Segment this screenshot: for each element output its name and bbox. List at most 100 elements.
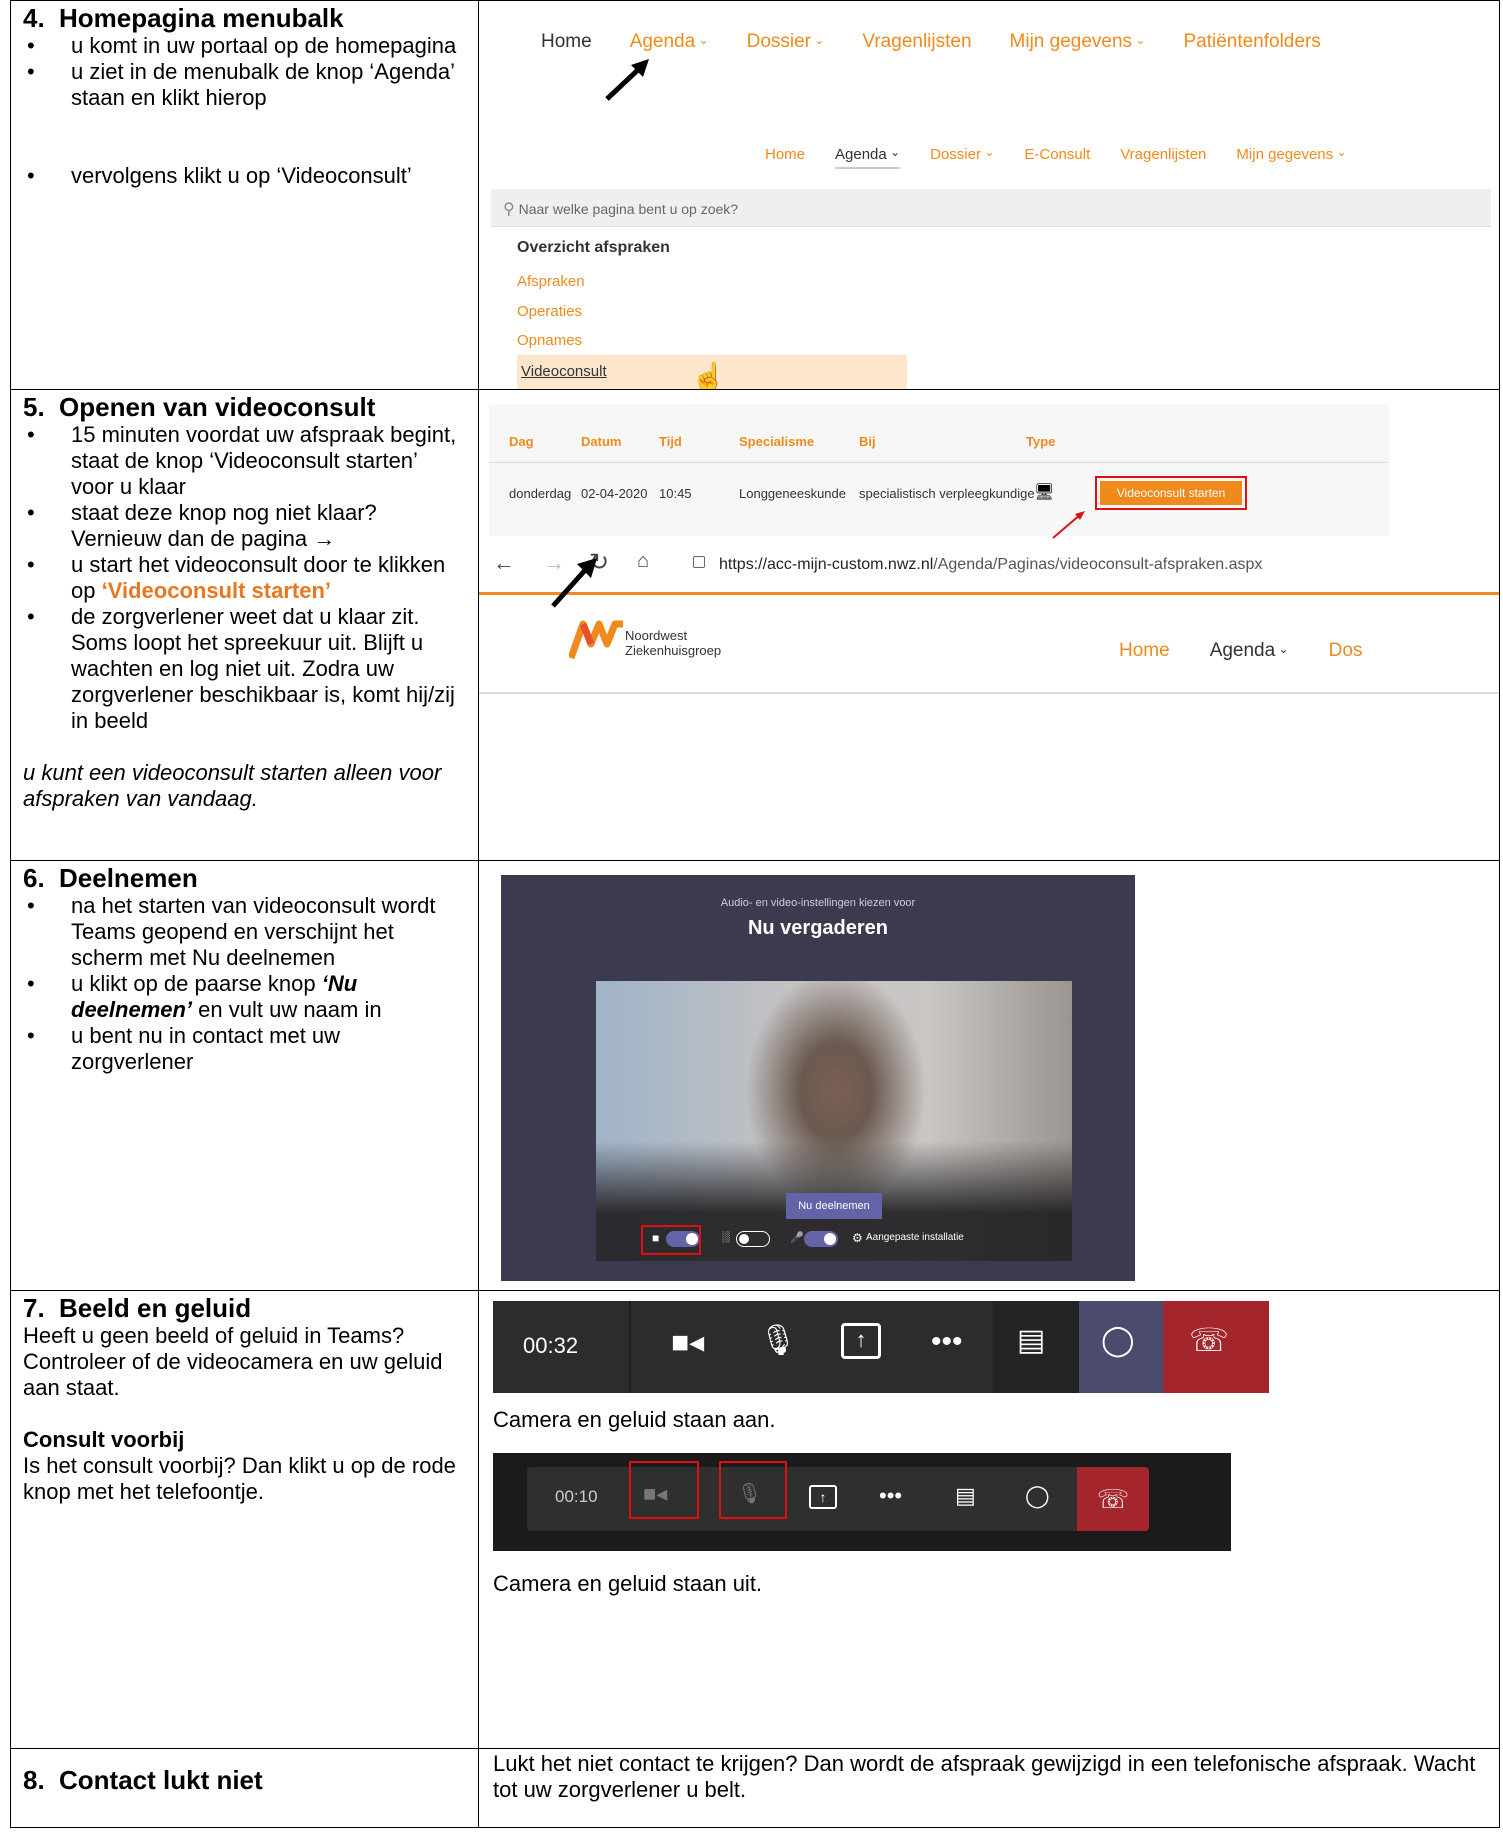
step-6-bullet-text: en vult uw naam in — [192, 997, 382, 1022]
back-icon[interactable]: ← — [493, 550, 515, 576]
step-5-bullet: 15 minuten voordat uw afspraak begint, s… — [23, 422, 466, 500]
microphone-off-highlight — [719, 1461, 787, 1519]
hand-cursor-icon: ☝ — [691, 362, 726, 389]
video-preview: Nu deelnemen ■ ░ 🎤 ⚙ Aangepaste installa… — [596, 981, 1072, 1261]
instruction-table: 4. Homepagina menubalk u komt in uw porta… — [10, 0, 1500, 1828]
nav2-econsult[interactable]: E-Consult — [1024, 146, 1090, 163]
videoconsult-start-button[interactable]: Videoconsult starten — [1095, 476, 1247, 510]
agenda-dropdown-panel: ⚲ Naar welke pagina bent u op zoek? Over… — [491, 189, 1491, 389]
blur-icon: ░ — [722, 1231, 730, 1243]
menu-item-operaties[interactable]: Operaties — [517, 303, 582, 320]
cell-tijd: 10:45 — [659, 486, 692, 501]
site-nav-dossier[interactable]: Dos — [1329, 640, 1363, 661]
step-4-screenshot-cell: Home Agenda Dossier Vragenlijsten Mijn gegev… — [479, 1, 1499, 389]
share-screen-icon[interactable]: ↑ — [841, 1323, 881, 1359]
share-screen-icon[interactable]: ↑ — [809, 1485, 837, 1509]
microphone-icon[interactable]: 🎙 — [759, 1323, 797, 1358]
row-step-6: 6. Deelnemen na het starten van videocons… — [10, 860, 1500, 1290]
cell-specialisme: Longgeneeskunde — [739, 486, 846, 501]
step-4-bullet: u komt in uw portaal op de homepagina — [23, 33, 466, 59]
step-6-bullet: u klikt op de paarse knop ‘Nu deelnemen’… — [23, 971, 466, 1023]
step-8-number: 8. — [23, 1765, 45, 1795]
step-6-bullet: na het starten van videoconsult wordt Te… — [23, 893, 466, 971]
microphone-icon: 🎤 — [790, 1232, 804, 1244]
nav2-dossier[interactable]: Dossier — [930, 146, 994, 163]
chat-icon[interactable]: ▤ — [1017, 1323, 1045, 1358]
call-timer-on: 00:32 — [523, 1333, 579, 1358]
red-arrow-icon — [1052, 511, 1085, 539]
step-7-title: Beeld en geluid — [59, 1293, 252, 1323]
participants-icon[interactable]: ◯ — [1101, 1323, 1135, 1358]
caption-off: Camera en geluid staan uit. — [493, 1571, 763, 1596]
camera-highlight — [641, 1225, 701, 1255]
site-nav: Home Agenda Dos — [1119, 640, 1402, 662]
logo-line-2: Ziekenhuisgroep — [625, 643, 722, 658]
nav-home[interactable]: Home — [541, 31, 592, 52]
address-bar[interactable]: https://acc-mijn-custom.nwz.nl/Agenda/Pa… — [719, 556, 1262, 574]
step-5-bullet: u start het videoconsult door te klikken… — [23, 552, 466, 604]
video-camera-icon[interactable]: ■◂ — [671, 1325, 704, 1360]
microphone-toggle[interactable] — [804, 1231, 838, 1247]
row-step-7: 7. Beeld en geluid Heeft u geen beeld of … — [10, 1290, 1500, 1748]
logo-line-1: Noordwest — [625, 628, 688, 643]
step-6-text-cell: 6. Deelnemen na het starten van videocons… — [11, 861, 479, 1290]
nav-agenda[interactable]: Agenda — [630, 31, 709, 52]
url-path: /Agenda/Paginas/videoconsult-afspraken.a… — [933, 556, 1263, 573]
col-datum: Datum — [581, 434, 622, 449]
nav2-agenda[interactable]: Agenda — [835, 146, 901, 169]
call-bar-off-inner: 00:10 ■◂ 🎙 ↑ ••• ▤ ◯ ☏ — [527, 1467, 1149, 1531]
col-specialisme: Specialisme — [739, 434, 815, 449]
search-icon: ⚲ — [503, 201, 515, 218]
black-arrow-icon — [551, 558, 597, 608]
row-step-5: 5. Openen van videoconsult 15 minuten voo… — [10, 389, 1500, 860]
step-4-heading: 4. Homepagina menubalk — [23, 3, 466, 33]
nav2-home[interactable]: Home — [765, 146, 805, 163]
site-nav-agenda[interactable]: Agenda — [1210, 640, 1289, 661]
participants-icon[interactable]: ◯ — [1025, 1483, 1050, 1509]
nav-vragenlijsten[interactable]: Vragenlijsten — [862, 31, 971, 52]
more-options-icon[interactable]: ••• — [879, 1483, 902, 1509]
step-6-number: 6. — [23, 863, 45, 893]
nwz-logo — [569, 620, 623, 660]
browser-bar: ← → ↻ ⌂ https://acc-mijn-custom.nwz.nl/A… — [479, 548, 1499, 664]
background-blur-toggle[interactable] — [736, 1231, 770, 1247]
menu-item-opnames[interactable]: Opnames — [517, 332, 582, 349]
step-5-heading: 5. Openen van videoconsult — [23, 392, 466, 422]
site-nav-home[interactable]: Home — [1119, 640, 1170, 661]
menu-heading: Overzicht afspraken — [517, 239, 670, 256]
step-7-text-cell: 7. Beeld en geluid Heeft u geen beeld of … — [11, 1291, 479, 1748]
search-input[interactable]: ⚲ Naar welke pagina bent u op zoek? — [491, 189, 1491, 227]
home-icon[interactable]: ⌂ — [637, 550, 649, 573]
chat-icon[interactable]: ▤ — [955, 1483, 976, 1509]
nav2-vragenlijsten[interactable]: Vragenlijsten — [1120, 146, 1206, 163]
more-options-icon[interactable]: ••• — [931, 1325, 963, 1359]
menu-item-afspraken[interactable]: Afspraken — [517, 273, 585, 290]
table-divider — [489, 462, 1389, 463]
step-5-bullet: staat deze knop nog niet klaar? Vernieuw… — [23, 500, 466, 552]
step-8-title: Contact lukt niet — [59, 1765, 263, 1795]
step-8-text-right: Lukt het niet contact te krijgen? Dan wo… — [479, 1749, 1499, 1827]
custom-setup-link[interactable]: Aangepaste installatie — [866, 1232, 964, 1243]
join-now-button[interactable]: Nu deelnemen — [786, 1193, 882, 1219]
step-5-emphasis: ‘Videoconsult starten’ — [101, 578, 332, 603]
cell-dag: donderdag — [509, 486, 572, 501]
teams-subtitle: Audio- en video-instellingen kiezen voor — [720, 897, 916, 909]
monitor-icon: 🖥 — [1034, 484, 1055, 501]
step-6-bullets: na het starten van videoconsult wordt Te… — [23, 893, 466, 1075]
hangup-button[interactable]: ☏ — [1077, 1467, 1149, 1531]
nav2-mijn-gegevens[interactable]: Mijn gegevens — [1236, 146, 1346, 163]
step-8-text: Lukt het niet contact te krijgen? Dan wo… — [493, 1751, 1476, 1802]
step-5-bullets: 15 minuten voordat uw afspraak begint, s… — [23, 422, 466, 734]
teams-title: Nu vergaderen — [747, 917, 889, 939]
step-4-bullets: u komt in uw portaal op de homepagina u … — [23, 33, 466, 189]
videoconsult-start-label: Videoconsult starten — [1100, 481, 1242, 505]
step-5-text-cell: 5. Openen van videoconsult 15 minuten voo… — [11, 390, 479, 860]
cell-datum: 02-04-2020 — [581, 486, 648, 501]
nav-dossier[interactable]: Dossier — [747, 31, 825, 52]
step-8-heading: 8. Contact lukt niet — [23, 1765, 466, 1795]
nav-patientenfolders[interactable]: Patiëntenfolders — [1183, 31, 1320, 52]
camera-off-highlight — [629, 1461, 699, 1519]
step-6-heading: 6. Deelnemen — [23, 863, 466, 893]
nav-mijn-gegevens[interactable]: Mijn gegevens — [1010, 31, 1146, 52]
step-7-text: Heeft u geen beeld of geluid in Teams? C… — [23, 1323, 443, 1400]
